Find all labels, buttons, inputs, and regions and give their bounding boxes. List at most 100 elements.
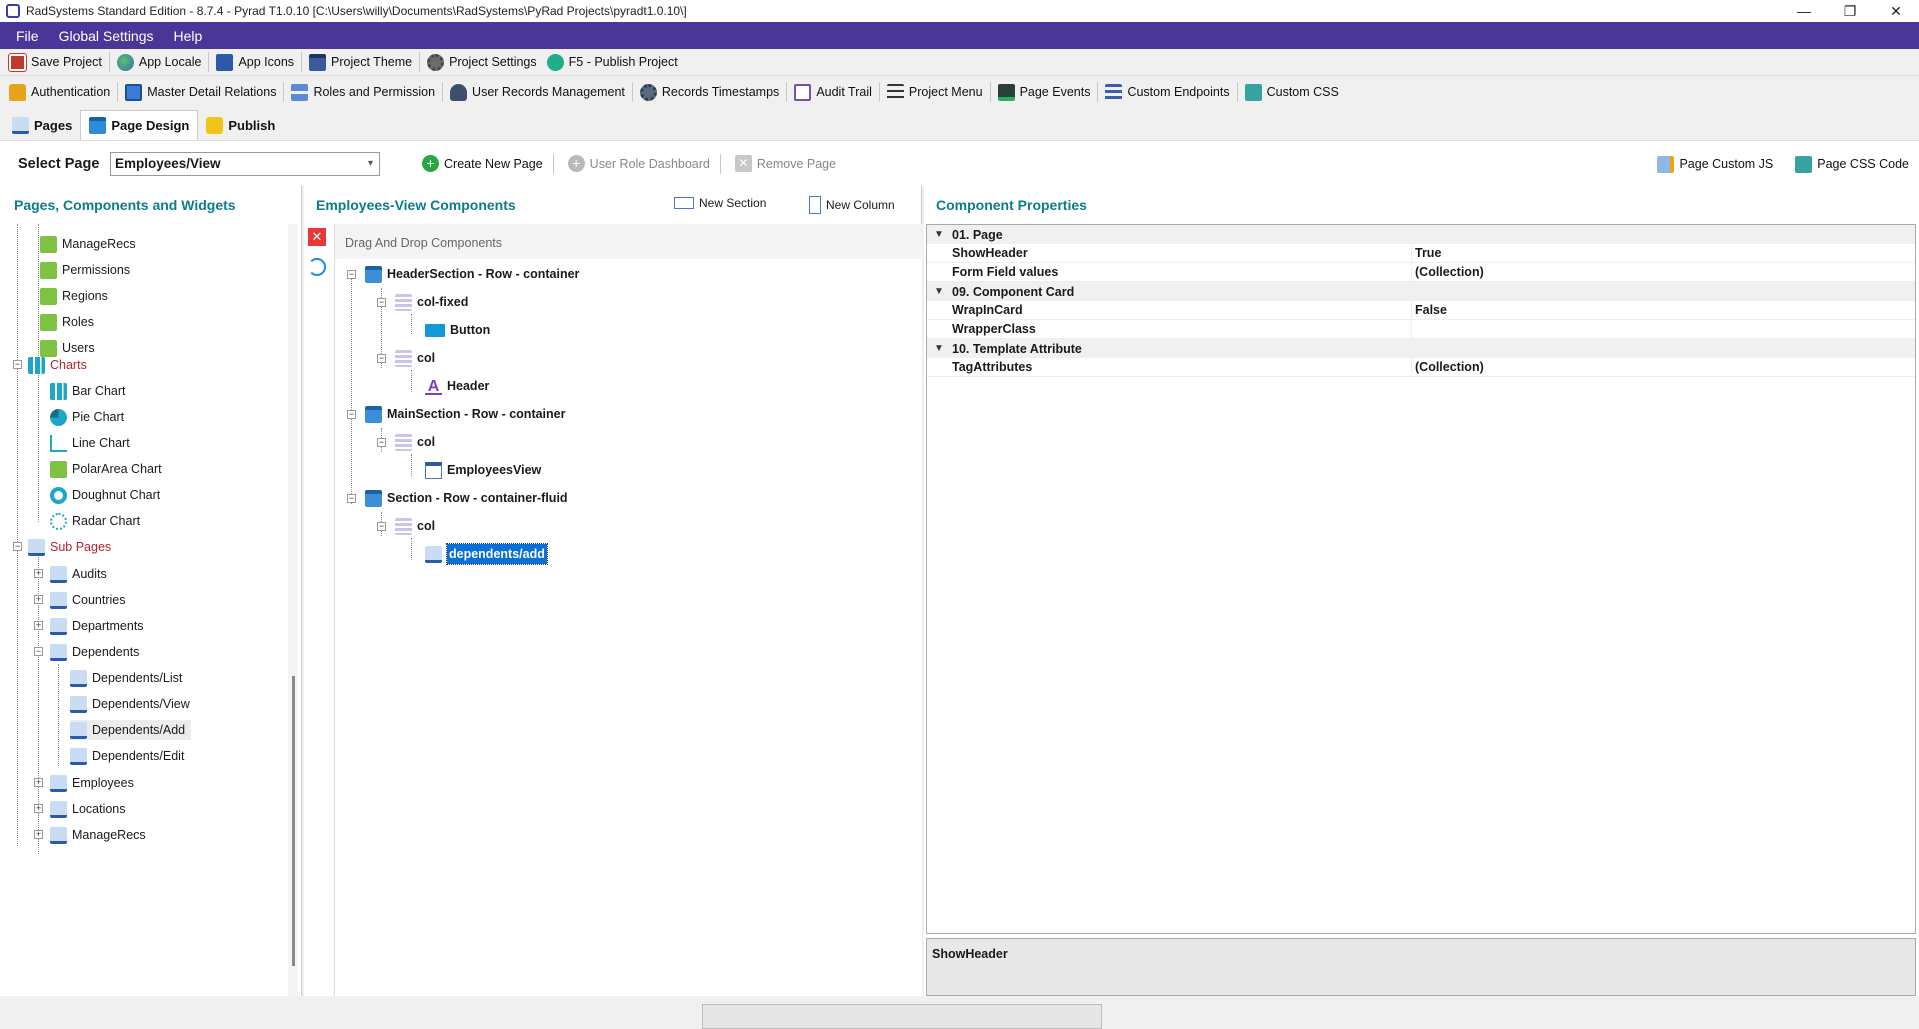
component-employees-view[interactable]: EmployeesView	[425, 459, 541, 481]
audit-trail-button[interactable]: Audit Trail	[789, 80, 877, 104]
page-custom-js-button[interactable]: Page Custom JS	[1657, 155, 1773, 173]
maximize-button[interactable]: ❐	[1827, 0, 1873, 22]
expand-employees-toggle[interactable]: +	[34, 778, 43, 787]
page-select[interactable]: Employees/View ▾	[110, 151, 380, 176]
property-value[interactable]: True	[1415, 246, 1441, 260]
page-events-button[interactable]: Page Events	[993, 80, 1096, 104]
tab-pages[interactable]: Pages	[4, 110, 80, 140]
property-row-showheader[interactable]: ShowHeader True	[927, 244, 1915, 263]
new-section-button[interactable]: New Section	[674, 196, 766, 210]
authentication-button[interactable]: Authentication	[4, 80, 115, 104]
tree-item-countries[interactable]: Countries	[50, 590, 126, 610]
user-role-dashboard-button[interactable]: + User Role Dashboard	[567, 155, 710, 172]
component-button[interactable]: Button	[425, 319, 490, 341]
expand-departments-toggle[interactable]: +	[34, 621, 43, 630]
save-project-button[interactable]: Save Project	[4, 50, 107, 74]
tree-item-sub-pages[interactable]: Sub Pages	[28, 537, 111, 557]
tree-item-charts[interactable]: Charts	[28, 355, 87, 375]
remove-page-button[interactable]: ✕ Remove Page	[734, 155, 836, 172]
scrollbar-thumb[interactable]	[292, 676, 295, 966]
roles-permission-button[interactable]: Roles and Permission	[286, 80, 440, 104]
component-col-fixed[interactable]: col-fixed	[395, 291, 468, 313]
publish-project-button[interactable]: F5 - Publish Project	[542, 50, 683, 74]
component-section[interactable]: Section - Row - container-fluid	[365, 487, 568, 509]
expand-audits-toggle[interactable]: +	[34, 569, 43, 578]
tree-item-locations[interactable]: Locations	[50, 799, 126, 819]
property-value[interactable]: False	[1415, 303, 1447, 317]
tree-item-dependents[interactable]: Dependents	[50, 642, 139, 662]
project-theme-label: Project Theme	[331, 55, 413, 69]
new-column-button[interactable]: New Column	[809, 196, 895, 214]
tree-item-radar-chart[interactable]: Radar Chart	[50, 511, 140, 531]
app-icons-button[interactable]: App Icons	[211, 50, 299, 74]
tree-item-audits[interactable]: Audits	[50, 564, 107, 584]
tree-item-regions[interactable]: Regions	[40, 286, 108, 306]
expand-countries-toggle[interactable]: +	[34, 595, 43, 604]
component-col[interactable]: col	[395, 431, 435, 453]
user-records-button[interactable]: User Records Management	[445, 80, 630, 104]
tree-item-dependents-list[interactable]: Dependents/List	[70, 668, 182, 688]
tree-item-line-chart[interactable]: Line Chart	[50, 433, 130, 453]
tree-item-dependents-add[interactable]: Dependents/Add	[70, 720, 192, 740]
collapse-section-toggle[interactable]: −	[347, 494, 356, 503]
property-row-wrapperclass[interactable]: WrapperClass	[927, 320, 1915, 339]
tree-item-departments[interactable]: Departments	[50, 616, 144, 636]
collapse-col-fixed-toggle[interactable]: −	[377, 298, 386, 307]
menu-global-settings[interactable]: Global Settings	[49, 28, 164, 44]
tree-item-managerecs[interactable]: ManageRecs	[40, 234, 136, 254]
expand-managerecs-toggle[interactable]: +	[34, 830, 43, 839]
delete-component-icon[interactable]: ✕	[308, 228, 326, 246]
menu-file[interactable]: File	[6, 28, 49, 44]
collapse-col-toggle[interactable]: −	[377, 438, 386, 447]
collapse-headersection-toggle[interactable]: −	[347, 270, 356, 279]
component-main-section[interactable]: MainSection - Row - container	[365, 403, 566, 425]
close-button[interactable]: ✕	[1873, 0, 1919, 22]
component-header-section[interactable]: HeaderSection - Row - container	[365, 263, 579, 285]
page-css-code-button[interactable]: Page CSS Code	[1795, 155, 1909, 173]
app-locale-button[interactable]: App Locale	[112, 50, 207, 74]
tree-item-bar-chart[interactable]: Bar Chart	[50, 381, 126, 401]
tree-item-roles[interactable]: Roles	[40, 312, 94, 332]
refresh-icon[interactable]	[308, 258, 326, 276]
master-detail-button[interactable]: Master Detail Relations	[120, 80, 281, 104]
custom-endpoints-button[interactable]: Custom Endpoints	[1100, 80, 1234, 104]
component-header[interactable]: A Header	[425, 375, 489, 397]
project-settings-button[interactable]: Project Settings	[422, 50, 542, 74]
records-timestamps-button[interactable]: Records Timestamps	[635, 80, 784, 104]
tab-page-design[interactable]: Page Design	[80, 110, 199, 140]
project-menu-button[interactable]: Project Menu	[882, 80, 988, 104]
minimize-button[interactable]: —	[1781, 0, 1827, 22]
collapse-charts-toggle[interactable]: −	[13, 360, 22, 369]
tree-item-doughnut-chart[interactable]: Doughnut Chart	[50, 485, 160, 505]
property-row-tagattributes[interactable]: TagAttributes (Collection)	[927, 358, 1915, 377]
component-dependents-add[interactable]: dependents/add	[425, 543, 548, 565]
collapse-col-toggle[interactable]: −	[377, 522, 386, 531]
property-value[interactable]: (Collection)	[1415, 265, 1484, 279]
component-col[interactable]: col	[395, 347, 435, 369]
component-col[interactable]: col	[395, 515, 435, 537]
property-category-component-card[interactable]: ▼ 09. Component Card	[927, 282, 1915, 301]
tree-item-polararea-chart[interactable]: PolarArea Chart	[50, 459, 162, 479]
property-category-template-attribute[interactable]: ▼ 10. Template Attribute	[927, 339, 1915, 358]
collapse-dependents-toggle[interactable]: −	[34, 647, 43, 656]
tab-publish[interactable]: Publish	[198, 110, 283, 140]
widgets-scrollbar[interactable]	[288, 224, 298, 996]
tree-item-permissions[interactable]: Permissions	[40, 260, 130, 280]
tree-item-managerecs-page[interactable]: ManageRecs	[50, 825, 146, 845]
collapse-sub-pages-toggle[interactable]: −	[13, 542, 22, 551]
custom-css-button[interactable]: Custom CSS	[1240, 80, 1344, 104]
property-value[interactable]: (Collection)	[1415, 360, 1484, 374]
tree-item-pie-chart[interactable]: Pie Chart	[50, 407, 124, 427]
expand-locations-toggle[interactable]: +	[34, 804, 43, 813]
property-row-form-field-values[interactable]: Form Field values (Collection)	[927, 263, 1915, 282]
tree-item-dependents-edit[interactable]: Dependents/Edit	[70, 746, 184, 766]
tree-item-employees[interactable]: Employees	[50, 773, 134, 793]
tree-item-dependents-view[interactable]: Dependents/View	[70, 694, 190, 714]
property-category-page[interactable]: ▼ 01. Page	[927, 225, 1915, 244]
create-new-page-button[interactable]: + Create New Page	[422, 155, 543, 172]
collapse-mainsection-toggle[interactable]: −	[347, 410, 356, 419]
project-theme-button[interactable]: Project Theme	[304, 50, 417, 74]
collapse-col-toggle[interactable]: −	[377, 354, 386, 363]
menu-help[interactable]: Help	[164, 28, 213, 44]
property-row-wrapincard[interactable]: WrapInCard False	[927, 301, 1915, 320]
